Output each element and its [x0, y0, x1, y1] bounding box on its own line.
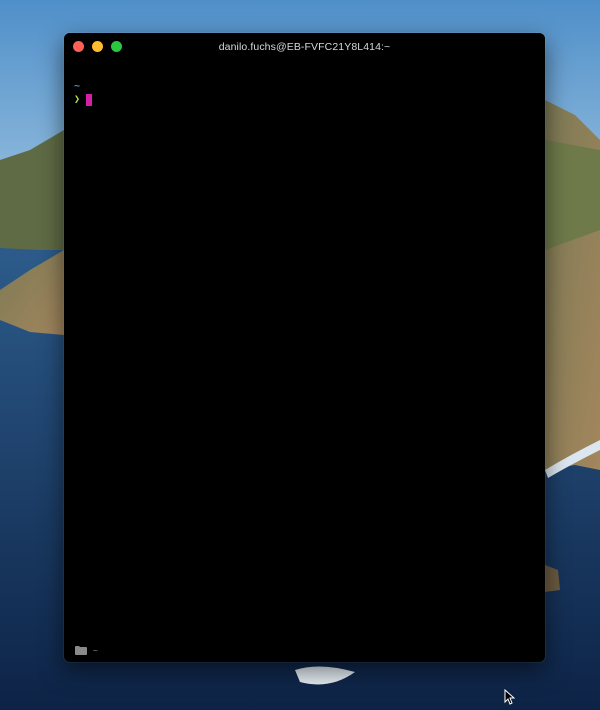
- prompt-symbol: ❯: [74, 93, 81, 105]
- terminal-window[interactable]: danilo.fuchs@EB-FVFC21Y8L414:~ ~ ❯ ~: [64, 33, 545, 662]
- cwd-line: ~: [74, 80, 92, 93]
- status-path: ~: [93, 646, 98, 655]
- text-cursor: [86, 93, 93, 106]
- prompt-line[interactable]: ❯: [74, 93, 93, 106]
- mouse-pointer-icon: [504, 688, 516, 710]
- terminal-content[interactable]: ~ ❯: [74, 80, 93, 106]
- window-title: danilo.fuchs@EB-FVFC21Y8L414:~: [218, 40, 391, 53]
- current-directory: ~: [74, 80, 81, 92]
- maximize-icon[interactable]: [111, 41, 122, 52]
- close-icon[interactable]: [73, 41, 84, 52]
- status-bar: ~: [75, 646, 98, 655]
- folder-icon: [75, 646, 87, 655]
- title-bar[interactable]: danilo.fuchs@EB-FVFC21Y8L414:~: [64, 33, 545, 60]
- window-controls: [73, 41, 122, 52]
- minimize-icon[interactable]: [92, 41, 103, 52]
